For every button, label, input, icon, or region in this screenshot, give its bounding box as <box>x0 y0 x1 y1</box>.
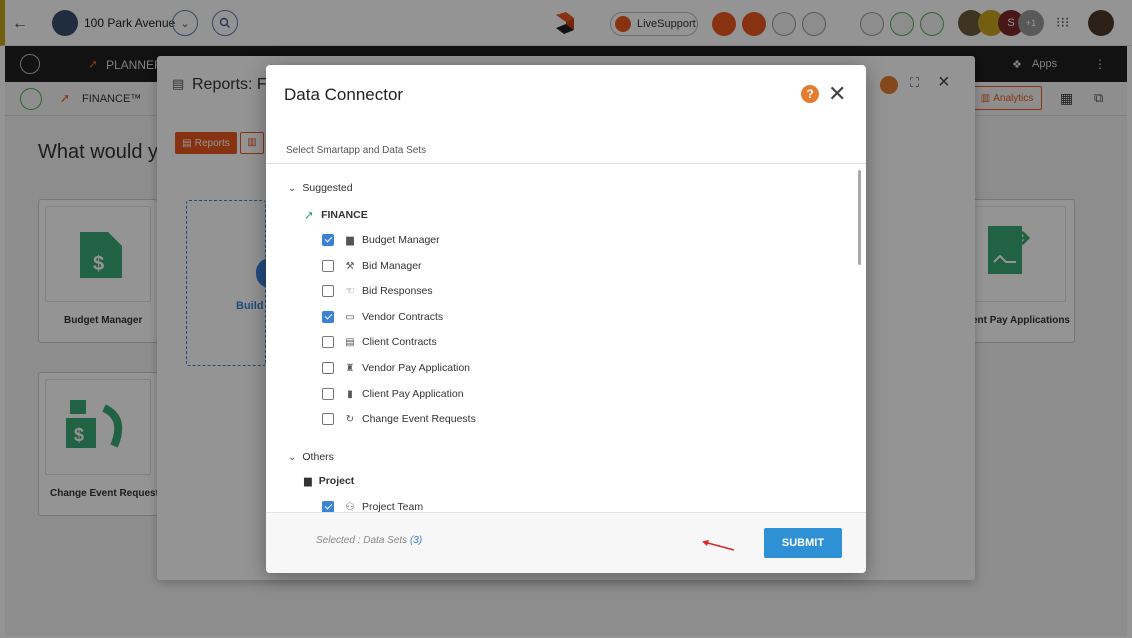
dialog-title: Data Connector <box>284 85 404 104</box>
dataset-client-pay-application[interactable]: ▮ Client Pay Application <box>322 388 464 400</box>
selected-count: (3) <box>409 535 423 546</box>
finance-app-icon: ➚ <box>304 208 315 222</box>
client-pay-icon: ▮ <box>347 388 353 400</box>
dataset-bid-manager[interactable]: ⚒ Bid Manager <box>322 260 422 272</box>
dialog-subtitle: Select Smartapp and Data Sets <box>286 145 427 156</box>
contract-icon: ▭ <box>345 311 355 323</box>
checkbox[interactable] <box>322 260 334 272</box>
dataset-vendor-pay-application[interactable]: ♜ Vendor Pay Application <box>322 362 470 374</box>
dataset-project-team[interactable]: ⚇ Project Team <box>322 501 423 512</box>
submit-button[interactable]: SUBMIT <box>764 528 842 558</box>
dataset-tree: ⌄ Suggested ➚ FINANCE ▆ Budget Manager ⚒… <box>266 164 866 512</box>
close-icon[interactable]: ✕ <box>828 81 846 107</box>
checkbox[interactable] <box>322 336 334 348</box>
scrollbar[interactable] <box>858 170 861 265</box>
team-icon: ⚇ <box>345 501 355 513</box>
contract-icon: ▤ <box>345 336 355 348</box>
checkbox[interactable] <box>322 501 334 512</box>
checkbox[interactable] <box>322 285 334 297</box>
selected-summary: Selected : Data Sets (3) <box>316 535 423 546</box>
checkbox[interactable] <box>322 362 334 374</box>
data-connector-dialog: Data Connector ? ✕ Select Smartapp and D… <box>266 65 866 573</box>
group-others[interactable]: ⌄ Others <box>288 451 334 463</box>
dataset-change-event-requests[interactable]: ↻ Change Event Requests <box>322 413 476 425</box>
chevron-down-icon: ⌄ <box>288 451 297 463</box>
chevron-down-icon: ⌄ <box>288 182 297 194</box>
app-project[interactable]: ▆ Project <box>304 475 354 487</box>
budget-icon: ▆ <box>346 234 354 246</box>
checkbox[interactable] <box>322 413 334 425</box>
vendor-pay-icon: ♜ <box>345 362 355 374</box>
gavel-icon: ⚒ <box>345 260 355 272</box>
hand-icon: ☜ <box>345 285 355 297</box>
annotation-arrow-icon <box>702 540 735 551</box>
dataset-bid-responses[interactable]: ☜ Bid Responses <box>322 285 433 297</box>
dataset-vendor-contracts[interactable]: ▭ Vendor Contracts <box>322 311 443 323</box>
help-icon[interactable]: ? <box>801 85 819 103</box>
dataset-budget-manager[interactable]: ▆ Budget Manager <box>322 234 440 246</box>
checkbox[interactable] <box>322 311 334 323</box>
app-finance[interactable]: ➚ FINANCE <box>304 208 368 222</box>
checkbox[interactable] <box>322 388 334 400</box>
change-event-icon: ↻ <box>345 413 355 425</box>
group-suggested[interactable]: ⌄ Suggested <box>288 182 353 194</box>
briefcase-icon: ▆ <box>304 475 312 487</box>
dataset-client-contracts[interactable]: ▤ Client Contracts <box>322 336 437 348</box>
checkbox[interactable] <box>322 234 334 246</box>
